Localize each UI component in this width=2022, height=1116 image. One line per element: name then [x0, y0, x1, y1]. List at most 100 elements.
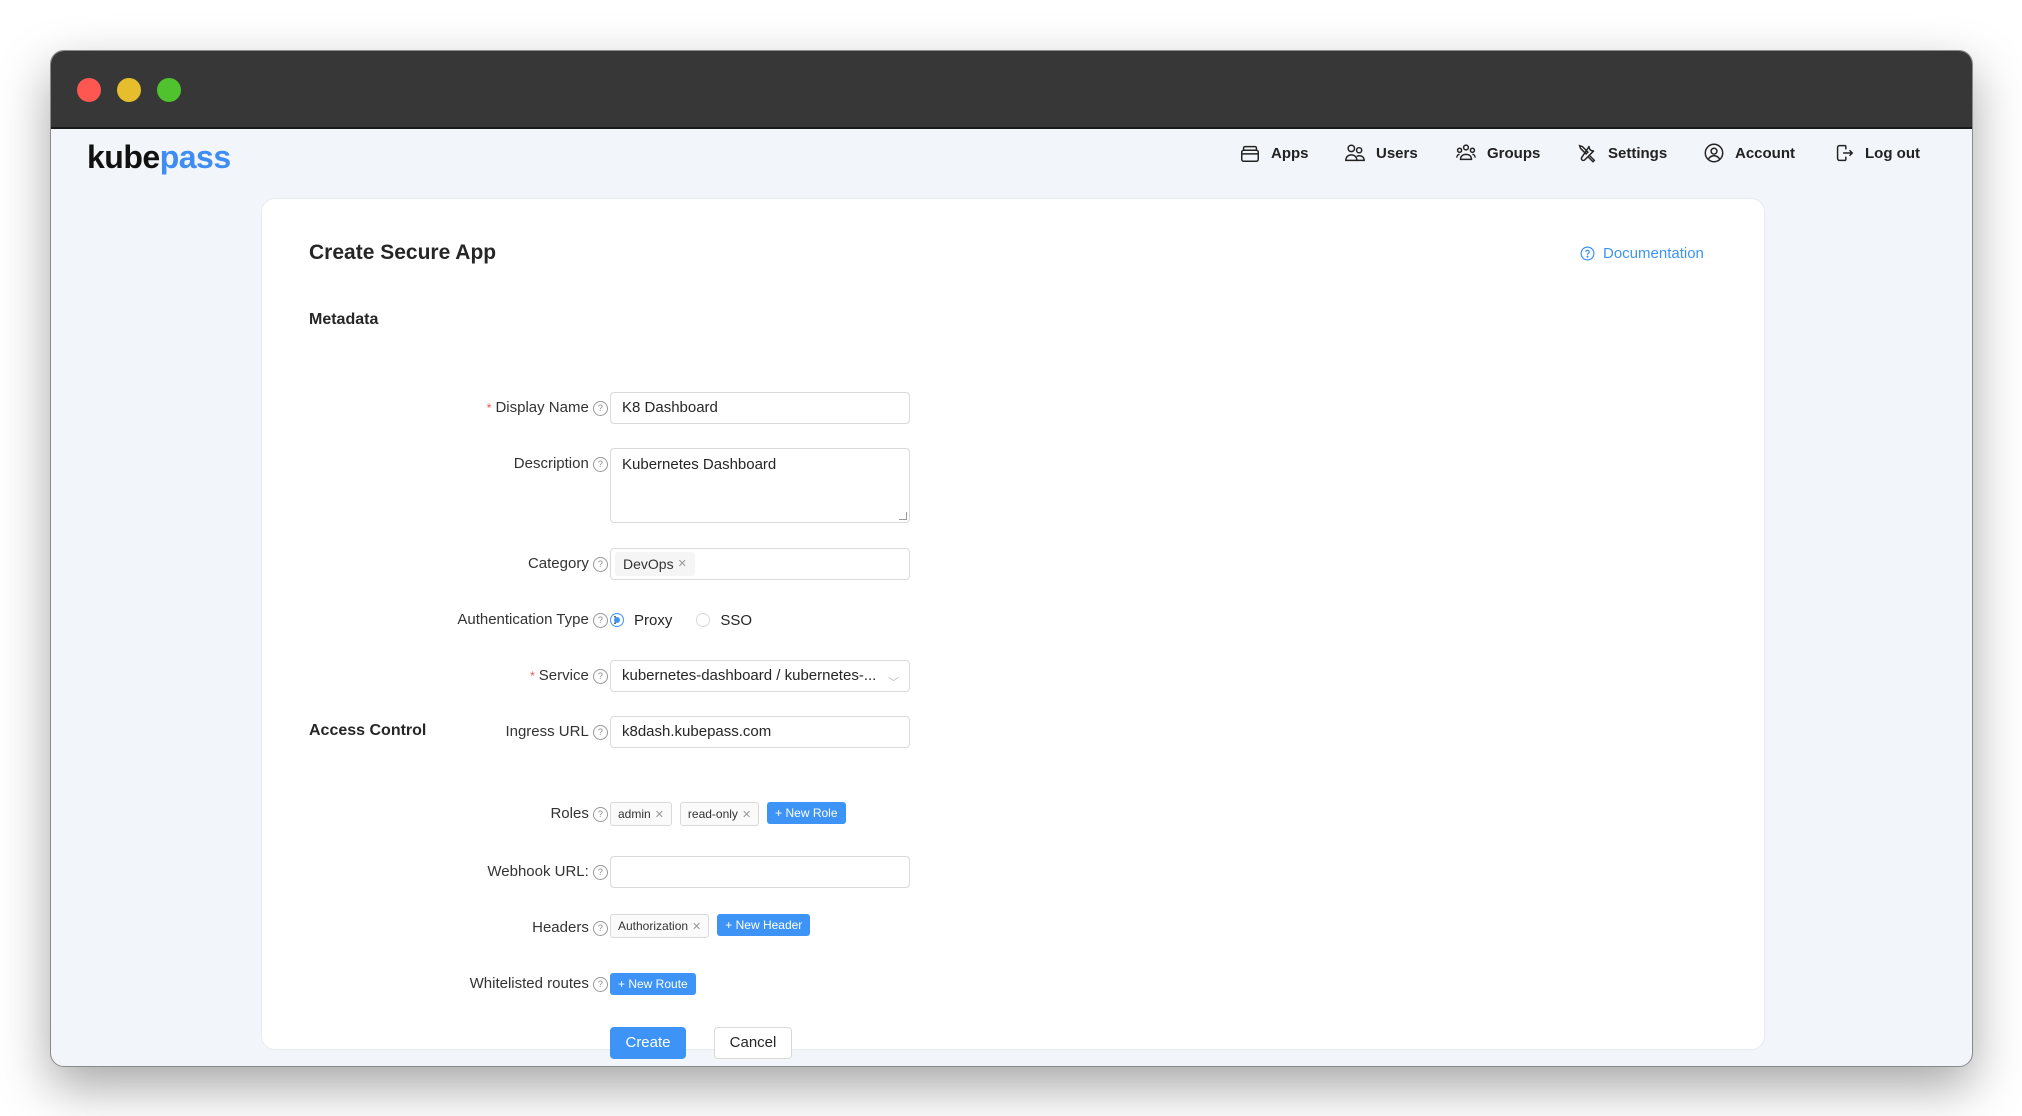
nav-account-label: Account: [1735, 144, 1795, 162]
field-webhook-url: Webhook URL:?:: [262, 856, 1262, 888]
description-textarea[interactable]: Kubernetes Dashboard: [610, 448, 910, 523]
help-icon[interactable]: ?: [592, 976, 608, 992]
category-label: Category?:: [528, 548, 617, 580]
service-select[interactable]: kubernetes-dashboard / kubernetes-... ﹀: [610, 660, 910, 692]
settings-icon: [1578, 144, 1596, 163]
whitelisted-routes-label: Whitelisted routes?:: [470, 968, 617, 1000]
display-name-input[interactable]: K8 Dashboard: [610, 392, 910, 424]
remove-tag-icon[interactable]: ✕: [742, 808, 751, 821]
radio-proxy-label[interactable]: Proxy: [634, 612, 672, 629]
groups-icon: [1456, 144, 1476, 161]
documentation-label: Documentation: [1603, 245, 1704, 262]
role-tag-read-only: read-only ✕: [679, 802, 760, 826]
nav-users-label: Users: [1376, 144, 1418, 162]
nav-groups-label: Groups: [1487, 144, 1541, 162]
create-app-card: Create Secure App Documentation Metadata…: [261, 198, 1765, 1059]
service-label-text: Service: [538, 667, 589, 684]
required-mark: *: [486, 401, 492, 415]
header-tag-authorization: Authorization ✕: [610, 914, 710, 938]
help-icon[interactable]: ?: [592, 668, 608, 684]
webhook-url-label: Webhook URL:?:: [487, 856, 617, 888]
help-circle-icon: [1580, 246, 1595, 261]
description-label-text: Description: [513, 455, 589, 472]
minimize-window-button[interactable]: [117, 78, 141, 102]
users-icon: [1345, 144, 1365, 162]
help-icon[interactable]: ?: [592, 612, 608, 628]
field-service: *Service?: kubernetes-dashboard / kubern…: [262, 660, 1262, 692]
roles-label: Roles?:: [550, 798, 617, 830]
page-title: Create Secure App: [309, 241, 497, 264]
app-window: kubepass Apps Users Groups Settings Acco…: [50, 50, 1973, 1067]
logout-icon: [1836, 144, 1854, 162]
chevron-down-icon: ﹀: [888, 677, 899, 689]
documentation-link[interactable]: Documentation: [1580, 245, 1704, 262]
field-whitelisted-routes: Whitelisted routes?: + New Route: [262, 968, 1262, 1000]
description-value: Kubernetes Dashboard: [622, 456, 777, 473]
headers-label-text: Headers: [532, 919, 589, 936]
cancel-button[interactable]: Cancel: [714, 1027, 792, 1059]
category-label-text: Category: [527, 555, 589, 572]
nav-settings[interactable]: Settings: [1576, 142, 1667, 164]
help-icon[interactable]: ?: [592, 806, 608, 822]
field-category: Category?: DevOps✕: [262, 548, 1262, 580]
headers-label: Headers?:: [532, 912, 617, 944]
auth-type-label: Authentication Type?:: [457, 604, 617, 636]
field-display-name: *Display Name?: K8 Dashboard: [262, 392, 1262, 424]
radio-sso-label[interactable]: SSO: [720, 612, 752, 629]
required-mark: *: [530, 669, 535, 683]
nav-account[interactable]: Account: [1703, 142, 1795, 164]
webhook-url-label-text: Webhook URL:: [487, 863, 589, 880]
field-auth-type: Authentication Type?: Proxy SSO: [262, 604, 1262, 636]
ingress-url-input[interactable]: k8dash.kubepass.com: [610, 716, 910, 748]
logo-text-kube: kube: [87, 139, 160, 175]
new-route-button[interactable]: + New Route: [610, 973, 696, 995]
auth-type-label-text: Authentication Type: [457, 611, 589, 628]
new-role-button[interactable]: + New Role: [767, 802, 846, 824]
service-label: *Service?:: [530, 660, 617, 692]
remove-tag-icon[interactable]: ✕: [692, 920, 701, 933]
ingress-url-label: Ingress URL?:: [505, 716, 617, 748]
new-header-button[interactable]: + New Header: [717, 914, 811, 936]
display-name-label-text: Display Name: [495, 399, 589, 416]
nav-logout[interactable]: Log out: [1833, 142, 1920, 164]
category-select[interactable]: DevOps ✕: [610, 548, 910, 580]
window-titlebar: [51, 51, 1972, 129]
account-icon: [1704, 143, 1724, 163]
nav-groups[interactable]: Groups: [1455, 142, 1540, 164]
nav-settings-label: Settings: [1608, 144, 1668, 162]
help-icon[interactable]: ?: [592, 920, 608, 936]
roles-label-text: Roles: [550, 805, 589, 822]
auth-type-radio-group: Proxy SSO: [610, 604, 752, 636]
whitelisted-routes-label-text: Whitelisted routes: [469, 975, 589, 992]
help-icon[interactable]: ?: [592, 864, 608, 880]
help-icon[interactable]: ?: [592, 556, 608, 572]
close-window-button[interactable]: [77, 78, 101, 102]
field-headers: Headers?: Authorization✕ + New Header: [262, 912, 1262, 944]
remove-tag-icon[interactable]: ✕: [678, 549, 687, 579]
service-value: kubernetes-dashboard / kubernetes-...: [622, 667, 877, 684]
category-tag-label: DevOps: [623, 556, 674, 572]
remove-tag-icon[interactable]: ✕: [655, 808, 664, 821]
maximize-window-button[interactable]: [157, 78, 181, 102]
role-tag-label: admin: [618, 807, 651, 821]
radio-proxy[interactable]: [610, 613, 624, 627]
radio-sso[interactable]: [696, 613, 711, 627]
role-tag-admin: admin ✕: [610, 802, 672, 826]
nav-logout-label: Log out: [1865, 144, 1920, 162]
nav-apps[interactable]: Apps: [1239, 142, 1309, 164]
category-tag: DevOps ✕: [615, 552, 695, 576]
nav-users[interactable]: Users: [1344, 142, 1418, 164]
nav-apps-label: Apps: [1271, 144, 1309, 162]
kubepass-logo[interactable]: kubepass: [87, 139, 231, 176]
webhook-url-input[interactable]: [610, 856, 910, 888]
help-icon[interactable]: ?: [592, 724, 608, 740]
field-roles: Roles?: admin ✕ read-only ✕ + New Role: [262, 798, 1262, 830]
role-tag-label: read-only: [687, 807, 738, 821]
header-tag-label: Authorization: [618, 919, 689, 933]
help-icon[interactable]: ?: [592, 456, 608, 472]
help-icon[interactable]: ?: [592, 400, 608, 416]
apps-icon: [1241, 145, 1259, 162]
resize-handle[interactable]: [899, 512, 907, 520]
section-access-control: Access Control: [309, 722, 427, 739]
create-button[interactable]: Create: [610, 1027, 686, 1059]
